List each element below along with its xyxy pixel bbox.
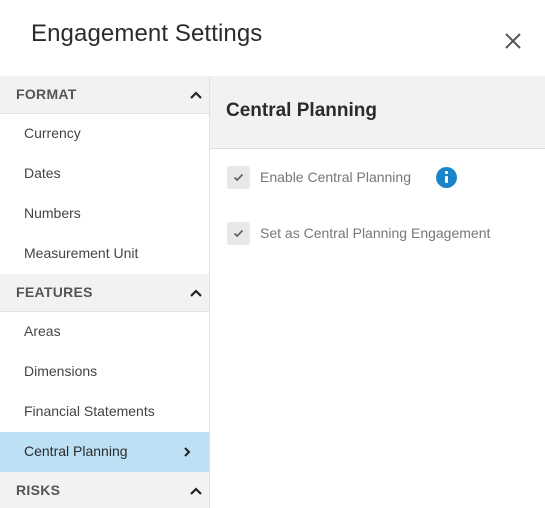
dialog-title: Engagement Settings [31, 20, 263, 47]
section-features-label: FEATURES [16, 284, 93, 300]
sidebar-item-label: Dimensions [24, 363, 98, 379]
option-enable-central-planning: Enable Central Planning [227, 165, 457, 189]
sidebar-item-measurement-unit[interactable]: Measurement Unit [0, 234, 209, 274]
sidebar-item-label: Financial Statements [24, 403, 155, 419]
sidebar-item-areas[interactable]: Areas [0, 312, 209, 352]
sidebar-item-label: Currency [24, 125, 81, 141]
chevron-up-icon [190, 289, 202, 297]
sidebar-item-currency[interactable]: Currency [0, 114, 209, 154]
sidebar-item-label: Numbers [24, 205, 81, 221]
option-label: Set as Central Planning Engagement [260, 225, 491, 241]
section-format-header[interactable]: FORMAT [0, 76, 209, 114]
sidebar-item-central-planning[interactable]: Central Planning [0, 432, 209, 472]
chevron-up-icon [190, 91, 202, 99]
sidebar-item-financial-statements[interactable]: Financial Statements [0, 392, 209, 432]
option-label: Enable Central Planning [260, 169, 411, 185]
checkmark-icon [233, 173, 244, 181]
chevron-up-icon [190, 487, 202, 495]
settings-sidebar: FORMAT Currency Dates Numbers Measuremen… [0, 76, 210, 508]
chevron-right-icon [184, 447, 191, 457]
content-header: Central Planning [210, 76, 545, 149]
info-icon[interactable] [436, 166, 457, 188]
set-central-planning-engagement-checkbox[interactable] [227, 221, 250, 245]
sidebar-item-numbers[interactable]: Numbers [0, 194, 209, 234]
sidebar-item-label: Dates [24, 165, 61, 181]
content-title: Central Planning [226, 100, 377, 121]
sidebar-item-label: Measurement Unit [24, 245, 139, 261]
sidebar-item-dimensions[interactable]: Dimensions [0, 352, 209, 392]
section-risks-label: RISKS [16, 482, 61, 498]
checkmark-icon [233, 229, 244, 237]
sidebar-item-label: Central Planning [24, 443, 128, 459]
enable-central-planning-checkbox[interactable] [227, 165, 250, 189]
sidebar-item-dates[interactable]: Dates [0, 154, 209, 194]
sidebar-item-label: Areas [24, 323, 61, 339]
section-risks-header[interactable]: RISKS [0, 472, 209, 508]
section-features-header[interactable]: FEATURES [0, 274, 209, 312]
dialog-header: Engagement Settings [0, 0, 545, 76]
section-format-label: FORMAT [16, 86, 77, 102]
settings-content: Central Planning Enable Central Planning… [210, 76, 545, 508]
option-set-central-planning-engagement: Set as Central Planning Engagement [227, 221, 490, 245]
close-icon [505, 33, 521, 49]
close-button[interactable] [500, 28, 526, 54]
